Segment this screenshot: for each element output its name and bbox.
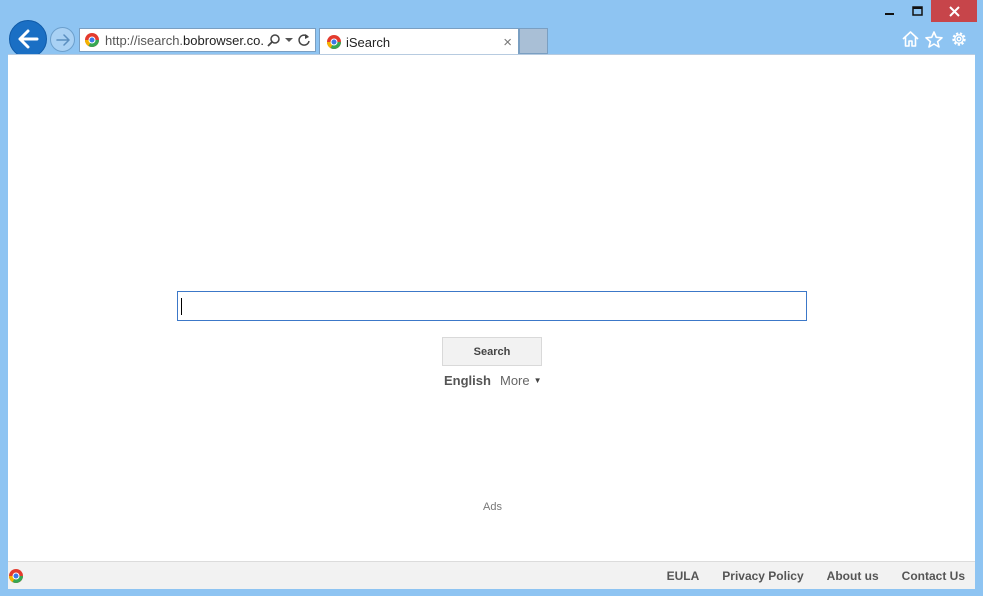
forward-button[interactable] xyxy=(50,27,75,52)
site-logo-icon xyxy=(9,569,23,583)
ads-label: Ads xyxy=(483,501,502,513)
favorites-button[interactable] xyxy=(924,29,944,49)
more-label: More xyxy=(500,373,530,388)
close-icon xyxy=(948,5,960,17)
settings-button[interactable] xyxy=(949,29,969,49)
text-caret xyxy=(181,298,182,315)
address-bar[interactable]: http://isearch.bobrowser.co... xyxy=(79,28,316,52)
footer-link-privacy-policy[interactable]: Privacy Policy xyxy=(722,569,803,583)
close-window-button[interactable] xyxy=(931,0,977,22)
maximize-icon xyxy=(911,5,923,16)
back-arrow-icon xyxy=(18,29,39,49)
new-tab-button[interactable] xyxy=(519,28,548,54)
footer-link-contact-us[interactable]: Contact Us xyxy=(902,569,965,583)
footer-bar: EULA Privacy Policy About us Contact Us xyxy=(8,561,975,589)
maximize-button[interactable] xyxy=(904,0,931,22)
star-icon xyxy=(925,30,943,48)
url-prefix: http://isearch. xyxy=(105,32,184,48)
home-icon xyxy=(901,31,919,47)
minimize-button[interactable] xyxy=(876,0,904,22)
site-favicon-icon xyxy=(85,33,99,47)
forward-arrow-icon xyxy=(55,33,70,46)
refresh-icon[interactable] xyxy=(297,33,311,47)
back-button[interactable] xyxy=(9,20,47,58)
tab-isearch[interactable]: iSearch × xyxy=(319,28,519,55)
language-link-english[interactable]: English xyxy=(444,373,491,388)
search-button[interactable]: Search xyxy=(442,337,542,366)
search-input[interactable] xyxy=(177,291,807,321)
tab-favicon-icon xyxy=(327,35,341,49)
footer-link-about-us[interactable]: About us xyxy=(827,569,879,583)
search-icon[interactable] xyxy=(267,33,281,47)
tab-close-button[interactable]: × xyxy=(503,35,512,50)
tab-title: iSearch xyxy=(346,34,391,50)
minimize-icon xyxy=(885,13,894,15)
url-text[interactable]: http://isearch.bobrowser.co... xyxy=(105,33,263,48)
page-content: Search English More ▼ Ads xyxy=(8,54,975,561)
dropdown-arrow-icon: ▼ xyxy=(533,376,542,385)
home-button[interactable] xyxy=(900,29,920,49)
url-domain: bobrowser.co... xyxy=(183,32,263,48)
more-languages-dropdown[interactable]: More ▼ xyxy=(500,373,542,388)
gear-icon xyxy=(952,32,966,46)
dropdown-icon[interactable] xyxy=(285,37,293,43)
footer-link-eula[interactable]: EULA xyxy=(667,569,700,583)
